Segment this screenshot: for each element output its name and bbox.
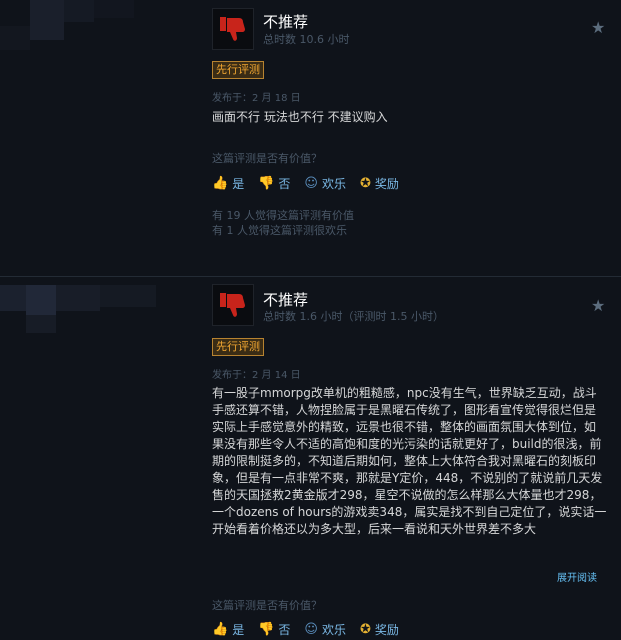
playtime-hours: 总时数 1.6 小时（评测时 1.5 小时） [263,310,444,323]
avatar-blurred [0,277,170,337]
review-body: 有一股子mmorpg改单机的粗糙感，npc没有生气，世界缺乏互动，战斗手感还算不… [212,386,607,536]
helpful-question: 这篇评测是否有价值？ [212,152,322,165]
helpful-line-1: 有 19 人觉得这篇评测有价值 [212,209,354,222]
thumbs-down-icon [212,284,254,326]
vote-yes-button[interactable]: 👍 是 [212,175,244,192]
flag-icon[interactable]: ★ [591,18,607,37]
vote-funny-label: 欢乐 [321,176,346,191]
vote-no-button[interactable]: 👎 否 [258,621,290,638]
award-label: 奖励 [374,622,399,637]
thumbs-up-icon: 👍 [212,175,229,191]
text-fade [212,550,607,575]
vote-no-label: 否 [278,622,291,637]
vote-funny-button[interactable]: ☺ 欢乐 [304,621,346,638]
flag-icon[interactable]: ★ [591,296,607,315]
vote-yes-label: 是 [232,176,245,191]
vote-yes-button[interactable]: 👍 是 [212,621,244,638]
award-icon: ✪ [359,175,371,191]
review-verdict: 不推荐 [263,13,309,31]
award-icon: ✪ [359,621,371,637]
vote-buttons: 👍 是 👎 否 ☺ 欢乐 ✪ 奖励 [212,172,399,194]
thumbs-down-icon [212,8,254,50]
expand-review-link[interactable]: 展开阅读 [557,569,597,584]
award-label: 奖励 [374,176,399,191]
playtime-hours: 总时数 10.6 小时 [263,33,350,46]
thumbs-up-icon: 👍 [212,621,229,637]
award-button[interactable]: ✪ 奖励 [360,175,399,192]
thumbs-down-small-icon: 👎 [258,621,275,637]
early-access-badge: 先行评测 [212,338,264,356]
vote-funny-button[interactable]: ☺ 欢乐 [304,175,346,192]
smiley-icon: ☺ [304,175,318,191]
vote-yes-label: 是 [232,622,245,637]
helpful-line-2: 有 1 人觉得这篇评测很欢乐 [212,224,347,237]
helpful-question: 这篇评测是否有价值？ [212,599,322,612]
smiley-icon: ☺ [304,621,318,637]
posted-date: 发布于：2 月 14 日 [212,370,301,381]
thumbs-down-small-icon: 👎 [258,175,275,191]
early-access-badge: 先行评测 [212,61,264,79]
vote-no-button[interactable]: 👎 否 [258,175,290,192]
posted-date: 发布于：2 月 18 日 [212,93,301,104]
review-card-1: 不推荐 总时数 10.6 小时 ★ 先行评测 发布于：2 月 18 日 画面不行… [0,0,621,276]
vote-funny-label: 欢乐 [321,622,346,637]
review-verdict: 不推荐 [263,291,309,309]
award-button[interactable]: ✪ 奖励 [360,621,399,638]
avatar-blurred [0,0,170,60]
review-body: 画面不行 玩法也不行 不建议购入 [212,110,388,124]
vote-buttons: 👍 是 👎 否 ☺ 欢乐 ✪ 奖励 [212,618,399,640]
helpful-count: 有 19 人觉得这篇评测有价值 有 1 人觉得这篇评测很欢乐 [212,208,354,238]
vote-no-label: 否 [278,176,291,191]
